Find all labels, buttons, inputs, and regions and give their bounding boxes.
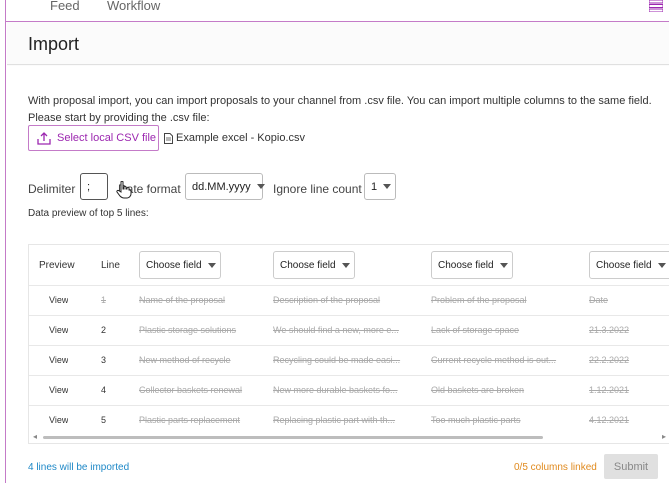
table-row: View 2 Plastic storage solutions We should …	[29, 315, 669, 345]
chevron-down-icon	[383, 184, 392, 189]
table-cell: Plastic parts replacement	[139, 415, 241, 425]
submit-button[interactable]: Submit	[604, 454, 658, 479]
view-row-button[interactable]: View	[49, 385, 68, 395]
list-layout-icon[interactable]	[648, 0, 664, 13]
table-cell: 21.3.2022	[589, 325, 630, 335]
table-cell: Name of the proposal	[139, 295, 226, 305]
chevron-down-icon	[341, 262, 350, 268]
ignore-line-count-select[interactable]: 1	[364, 173, 396, 200]
table-cell: New more durable baskets fo...	[273, 385, 398, 395]
example-file-link[interactable]: Example excel - Kopio.csv	[164, 132, 305, 144]
table-cell: Too much plastic parts	[431, 415, 521, 425]
table-cell: 22.2.2022	[589, 355, 630, 365]
chevron-down-icon	[256, 184, 265, 189]
column-header-line: Line	[101, 259, 120, 271]
table-row: View 5 Plastic parts replacement Replacing …	[29, 405, 669, 435]
table-cell: Problem of the proposal	[431, 295, 527, 305]
view-row-button[interactable]: View	[49, 295, 68, 305]
table-cell: Description of the proposal	[273, 295, 381, 305]
table-row: View 4 Collector baskets renewal New more d…	[29, 375, 669, 405]
view-row-button[interactable]: View	[49, 325, 68, 335]
lines-import-info: 4 lines will be imported	[28, 462, 130, 473]
preview-table: Preview Line Choose field Choose field C…	[28, 244, 669, 444]
view-row-button[interactable]: View	[49, 355, 68, 365]
table-cell: Date	[589, 295, 609, 305]
data-preview-label: Data preview of top 5 lines:	[28, 208, 149, 219]
title-bar: Import	[7, 22, 669, 65]
delimiter-select[interactable]: ;	[80, 173, 108, 200]
row-line-number: 4	[101, 385, 107, 395]
top-navigation: Feed Workflow	[0, 0, 669, 22]
horizontal-scrollbar[interactable]: ◂ ▸	[33, 432, 669, 441]
scrollbar-thumb[interactable]	[43, 436, 543, 439]
table-cell: New method of recycle	[139, 355, 231, 365]
scroll-left-icon[interactable]: ◂	[33, 432, 37, 441]
ignore-line-count-label: Ignore line count	[273, 182, 362, 196]
page-title: Import	[28, 34, 80, 54]
date-format-value: dd.MM.yyyy	[192, 180, 251, 193]
table-cell: Recycling could be made easi...	[273, 355, 401, 365]
select-csv-label: Select local CSV file	[57, 132, 157, 144]
row-line-number: 2	[101, 325, 107, 335]
row-line-number: 5	[101, 415, 107, 425]
choose-field-select-4[interactable]: Choose field	[589, 251, 669, 279]
file-icon	[164, 132, 173, 144]
upload-icon	[37, 131, 51, 145]
choose-field-label: Choose field	[146, 259, 202, 271]
delimiter-value: ;	[87, 180, 91, 193]
scroll-right-icon[interactable]: ▸	[662, 432, 666, 441]
choose-field-select-2[interactable]: Choose field	[273, 251, 355, 279]
example-file-label: Example excel - Kopio.csv	[176, 132, 305, 144]
table-cell: Collector baskets renewal	[139, 385, 243, 395]
table-cell: Old baskets are broken	[431, 385, 525, 395]
row-line-number: 1	[101, 295, 107, 305]
import-panel: Import With proposal import, you can imp…	[7, 22, 669, 483]
table-cell: We should find a new, more e...	[273, 325, 399, 335]
chevron-down-icon	[657, 262, 666, 268]
pointer-cursor-icon	[116, 180, 132, 199]
table-cell: 4.12.2021	[589, 415, 630, 425]
delimiter-label: Delimiter	[28, 182, 76, 196]
choose-field-label: Choose field	[280, 259, 336, 271]
choose-field-select-1[interactable]: Choose field	[139, 251, 221, 279]
import-content: With proposal import, you can import pro…	[7, 66, 669, 483]
intro-text: With proposal import, you can import pro…	[28, 95, 652, 124]
table-row: View 1 Name of the proposal Description of …	[29, 285, 669, 315]
table-cell: Current recycle method is out...	[431, 355, 557, 365]
choose-field-label: Choose field	[438, 259, 494, 271]
left-border	[0, 0, 6, 483]
tab-feed[interactable]: Feed	[50, 0, 80, 13]
ignore-line-count-value: 1	[371, 180, 378, 193]
view-row-button[interactable]: View	[49, 415, 68, 425]
chevron-down-icon	[207, 262, 216, 268]
table-cell: Replacing plastic part with th...	[273, 415, 396, 425]
table-cell: Lack of storage space	[431, 325, 520, 335]
tab-workflow[interactable]: Workflow	[107, 0, 160, 13]
row-line-number: 3	[101, 355, 107, 365]
choose-field-label: Choose field	[596, 259, 652, 271]
table-row: View 3 New method of recycle Recycling coul…	[29, 345, 669, 375]
columns-linked-info: 0/5 columns linked	[514, 462, 597, 473]
chevron-down-icon	[499, 262, 508, 268]
table-cell: Plastic storage solutions	[139, 325, 237, 335]
table-cell: 1.12.2021	[589, 385, 630, 395]
date-format-select[interactable]: dd.MM.yyyy	[185, 173, 265, 200]
choose-field-select-3[interactable]: Choose field	[431, 251, 513, 279]
column-header-preview: Preview	[39, 259, 75, 271]
select-csv-button[interactable]: Select local CSV file	[28, 125, 159, 151]
